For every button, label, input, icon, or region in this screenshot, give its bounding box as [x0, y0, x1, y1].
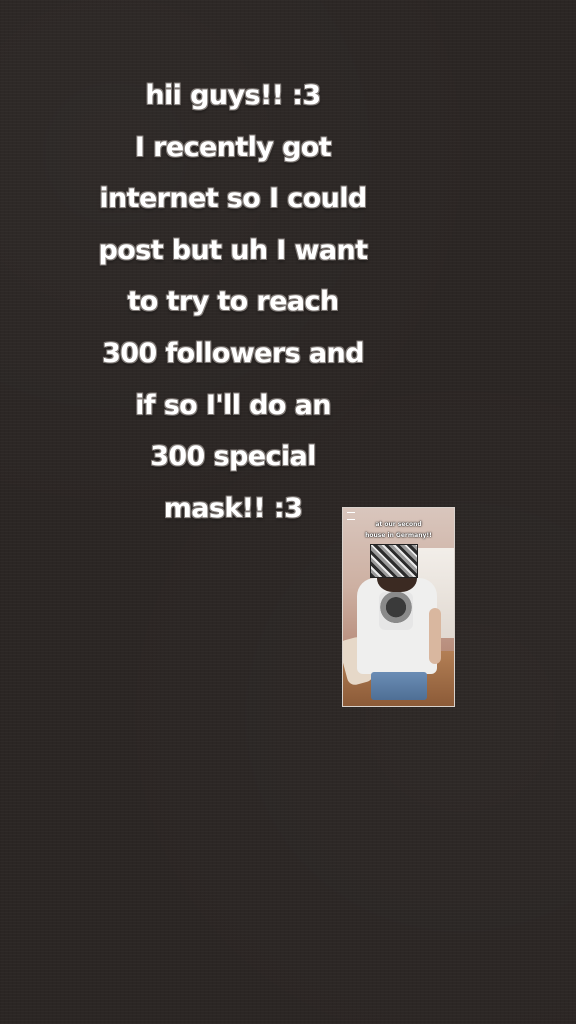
sticker-shirt-print: [379, 592, 413, 630]
caption-line-5: to try to reach: [127, 286, 339, 318]
story-canvas: hii guys!! :3 I recently got internet so…: [0, 0, 576, 1024]
sticker-label-line-1: at our second: [375, 521, 422, 528]
caption-line-8: 300 special: [150, 441, 316, 473]
caption-line-2: I recently got: [134, 131, 332, 163]
caption-line-9: mask!! :3: [163, 492, 303, 524]
caption-line-4: post but uh I want: [98, 234, 368, 266]
sticker-person-jeans: [371, 672, 427, 700]
story-caption: hii guys!! :3 I recently got internet so…: [90, 70, 376, 534]
caption-line-6: 300 followers and: [102, 337, 364, 369]
caption-line-1: hii guys!! :3: [145, 80, 321, 111]
caption-line-7: if so I'll do an: [135, 389, 331, 421]
sticker-arm-right: [429, 608, 441, 664]
sticker-face-mask-overlay: [370, 544, 418, 578]
sticker-label-line-2: house in Germany!!: [365, 532, 432, 539]
caption-line-3: internet so I could: [99, 183, 367, 215]
screenshot-sticker[interactable]: at our second house in Germany!!: [342, 507, 455, 707]
menu-icon: [347, 512, 355, 520]
